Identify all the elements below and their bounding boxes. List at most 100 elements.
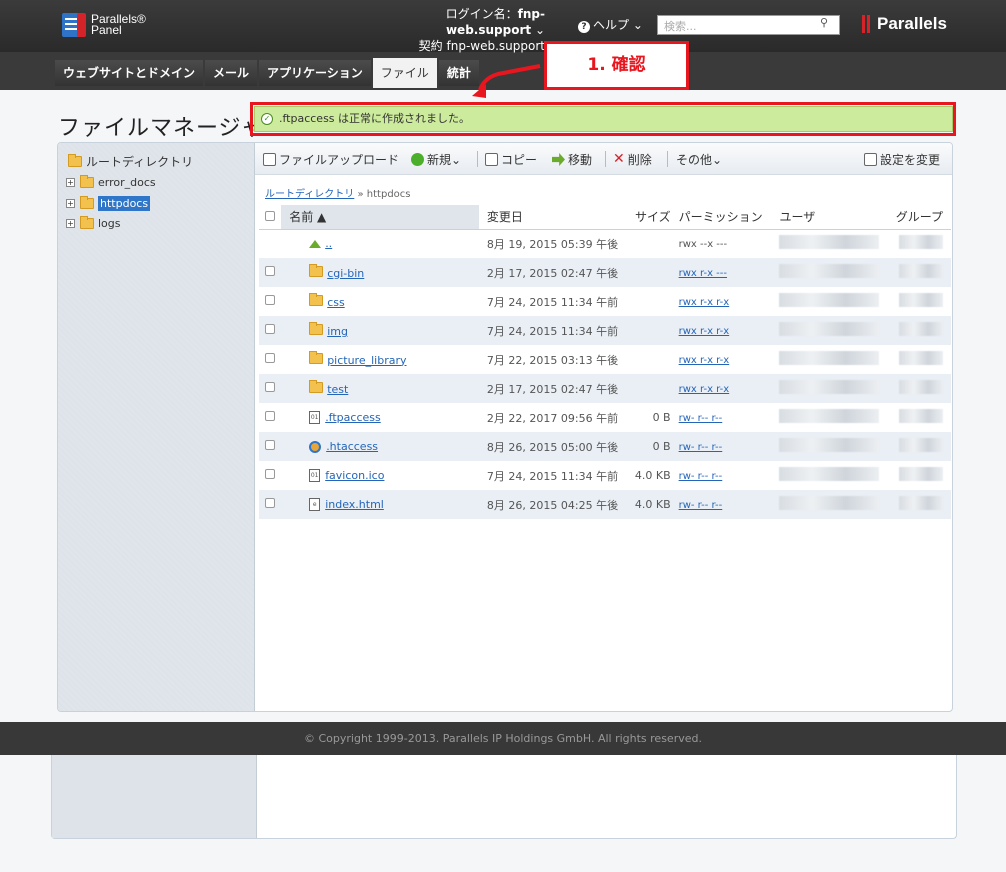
table-row[interactable]: picture_library 7月 22, 2015 03:13 午後 rwx…	[259, 345, 951, 374]
tree-item-logs[interactable]: + logs	[66, 216, 121, 230]
tree-item-label: error_docs	[98, 176, 156, 189]
breadcrumb-current: httpdocs	[366, 189, 411, 200]
table-row[interactable]: cgi-bin 2月 17, 2015 02:47 午後 rwx r-x ---	[259, 258, 951, 287]
column-user[interactable]: ユーザ	[779, 205, 891, 230]
folder-icon	[309, 263, 324, 277]
row-checkbox[interactable]	[265, 440, 275, 450]
page-title: ファイルマネージャ	[58, 116, 264, 141]
redacted-user	[779, 467, 880, 481]
help-label: ヘルプ	[593, 18, 630, 32]
table-row[interactable]: 01 .ftpaccess 2月 22, 2017 09:56 午前 0 B rw…	[259, 403, 951, 432]
row-checkbox[interactable]	[265, 469, 275, 479]
row-checkbox[interactable]	[265, 498, 275, 508]
redacted-group	[899, 264, 943, 278]
more-button[interactable]: その他 ⌄	[676, 151, 722, 168]
table-row[interactable]: img 7月 24, 2015 11:34 午前 rwx r-x r-x	[259, 316, 951, 345]
copy-button[interactable]: コピー	[485, 151, 537, 168]
table-row[interactable]: css 7月 24, 2015 11:34 午前 rwx r-x r-x	[259, 287, 951, 316]
file-name[interactable]: img	[327, 325, 348, 338]
tree-item-httpdocs[interactable]: + httpdocs	[66, 196, 151, 211]
delete-button[interactable]: ✕ 削除	[613, 151, 652, 168]
upload-button[interactable]: ファイルアップロード	[263, 151, 399, 168]
file-date: 8月 26, 2015 05:00 午後	[478, 432, 621, 461]
search-icon[interactable]: ⚲	[820, 16, 828, 29]
annotation-arrow	[472, 64, 541, 98]
file-perm[interactable]: rwx r-x ---	[679, 268, 727, 279]
file-perm[interactable]: rw- r-- r--	[679, 442, 723, 453]
file-name[interactable]: ..	[325, 237, 332, 250]
file-size: 0 B	[652, 411, 671, 424]
search-input[interactable]: 検索...	[657, 15, 840, 35]
expand-icon[interactable]: +	[66, 199, 75, 208]
file-size: 4.0 KB	[634, 469, 671, 482]
column-group[interactable]: グループ	[890, 205, 951, 230]
move-button[interactable]: 移動	[552, 151, 592, 168]
column-permissions[interactable]: パーミッション	[678, 205, 780, 230]
folder-icon	[80, 196, 94, 209]
row-checkbox[interactable]	[265, 266, 275, 276]
notice-highlight-frame	[250, 102, 956, 136]
row-checkbox[interactable]	[265, 382, 275, 392]
table-row[interactable]: e index.html 8月 26, 2015 04:25 午後 4.0 KB …	[259, 490, 951, 519]
row-checkbox[interactable]	[265, 324, 275, 334]
change-settings-button[interactable]: 設定を変更	[864, 151, 940, 168]
file-size	[620, 258, 679, 287]
file-perm[interactable]: rw- r-- r--	[679, 413, 723, 424]
table-row[interactable]: 01 favicon.ico 7月 24, 2015 11:34 午前 4.0 K…	[259, 461, 951, 490]
file-name[interactable]: cgi-bin	[327, 267, 364, 280]
file-date: 7月 24, 2015 11:34 午前	[486, 295, 619, 309]
file-name[interactable]: test	[327, 383, 348, 396]
breadcrumb: ルートディレクトリ » httpdocs	[265, 189, 411, 200]
tree-root[interactable]: ルートディレクトリ	[68, 153, 193, 170]
row-checkbox[interactable]	[265, 353, 275, 363]
file-perm[interactable]: rwx r-x r-x	[679, 297, 730, 308]
sort-asc-icon: ▲	[317, 210, 327, 225]
file-perm[interactable]: rwx r-x r-x	[679, 384, 730, 395]
breadcrumb-root[interactable]: ルートディレクトリ	[265, 189, 354, 200]
file-name[interactable]: .htaccess	[326, 440, 378, 453]
tree-item-error-docs[interactable]: + error_docs	[66, 175, 156, 189]
column-modified[interactable]: 変更日	[478, 205, 621, 230]
toolbar-divider	[605, 151, 606, 167]
file-perm[interactable]: rw- r-- r--	[679, 500, 723, 511]
column-name[interactable]: 名前 ▲	[281, 205, 479, 230]
table-row[interactable]: .htaccess 8月 26, 2015 05:00 午後 0 B rw- r…	[259, 432, 951, 461]
expand-icon[interactable]: +	[66, 219, 75, 228]
tree-item-label: logs	[98, 217, 121, 230]
tab-websites-domains[interactable]: ウェブサイトとドメイン	[55, 60, 204, 86]
column-size[interactable]: サイズ	[620, 205, 679, 230]
redacted-user	[779, 293, 880, 307]
table-row[interactable]: test 2月 17, 2015 02:47 午後 rwx r-x r-x	[259, 374, 951, 403]
file-date: 7月 24, 2015 11:34 午前	[478, 316, 621, 345]
file-date: 8月 26, 2015 04:25 午後	[478, 490, 621, 519]
help-menu[interactable]: ? ヘルプ ⌄	[578, 16, 643, 33]
redacted-user	[779, 409, 880, 423]
toolbar-divider	[667, 151, 668, 167]
table-row[interactable]: .. 8月 19, 2015 05:39 午後 rwx --x ---	[259, 229, 951, 258]
contract-name[interactable]: fnp-web.support	[447, 39, 545, 53]
panel-logo[interactable]: Parallels® Panel	[62, 13, 146, 37]
expand-icon[interactable]: +	[66, 178, 75, 187]
select-all-checkbox[interactable]	[265, 210, 275, 221]
tab-mail[interactable]: メール	[205, 60, 258, 86]
plus-icon	[411, 153, 424, 166]
chevron-down-icon[interactable]: ⌄	[535, 23, 545, 37]
file-perm[interactable]: rwx r-x r-x	[679, 326, 730, 337]
file-name[interactable]: .ftpaccess	[325, 411, 381, 424]
file-date: 2月 17, 2015 02:47 午後	[478, 374, 621, 403]
file-toolbar: ファイルアップロード 新規 ⌄ コピー 移動 ✕ 削除 その他 ⌄ 設定を変更	[255, 143, 952, 175]
file-name[interactable]: css	[327, 296, 345, 309]
row-checkbox[interactable]	[265, 295, 275, 305]
tab-applications[interactable]: アプリケーション	[259, 60, 371, 86]
file-name[interactable]: picture_library	[327, 354, 406, 367]
file-perm: rwx --x ---	[678, 239, 728, 251]
file-name[interactable]: index.html	[325, 498, 384, 511]
tab-files[interactable]: ファイル	[372, 58, 437, 88]
file-perm[interactable]: rw- r-- r--	[679, 471, 723, 482]
file-perm[interactable]: rwx r-x r-x	[679, 355, 730, 366]
row-checkbox[interactable]	[265, 411, 275, 421]
redacted-group	[899, 235, 943, 250]
redacted-user	[779, 438, 880, 452]
file-name[interactable]: favicon.ico	[325, 469, 384, 482]
new-button[interactable]: 新規 ⌄	[411, 151, 461, 168]
